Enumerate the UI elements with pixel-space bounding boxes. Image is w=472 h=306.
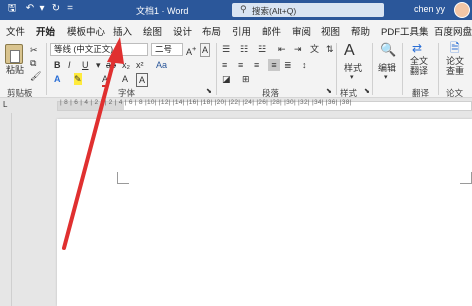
search-placeholder: 搜索(Alt+Q) [252, 6, 297, 16]
divider [402, 43, 403, 95]
styles-dialog-launcher-icon[interactable]: ⬊ [364, 86, 370, 98]
tab-help[interactable]: 帮助 [351, 24, 370, 38]
align-center-icon[interactable]: ≡ [238, 59, 243, 71]
justify-icon[interactable]: ≡ [268, 59, 280, 71]
undo-icon[interactable]: ↶ [24, 3, 36, 15]
translate-group-label: 翻译 [412, 88, 430, 98]
align-left-icon[interactable]: ≡ [222, 59, 227, 71]
clipboard-group-label: 剪贴板 [7, 88, 33, 98]
vertical-ruler[interactable] [0, 113, 12, 306]
translate-icon[interactable]: ⇄ [412, 42, 422, 54]
ribbon-tabs: 文件 开始 模板中心 插入 绘图 设计 布局 引用 邮件 审阅 视图 帮助 PD… [0, 20, 472, 42]
margin-corner-mark [117, 172, 129, 184]
margin-corner-mark [460, 172, 472, 184]
divider [372, 43, 373, 95]
tab-references[interactable]: 引用 [232, 24, 251, 38]
search-box[interactable]: ⚲ 搜索(Alt+Q) [232, 3, 384, 17]
search-icon: ⚲ [240, 4, 247, 14]
font-color-icon[interactable]: A [102, 73, 109, 87]
divider [438, 43, 439, 95]
increase-indent-icon[interactable]: ⇥ [294, 43, 302, 55]
paste-button[interactable]: 粘贴 [6, 64, 24, 76]
italic-icon[interactable]: I [68, 59, 71, 71]
tab-layout[interactable]: 布局 [202, 24, 221, 38]
font-group-label: 字体 [118, 88, 136, 98]
multilevel-list-icon[interactable]: ☳ [258, 43, 266, 55]
full-translate-button[interactable]: 全文 翻译 [410, 56, 428, 76]
tab-home[interactable]: 开始 [36, 24, 56, 42]
tab-pdf-tools[interactable]: PDF工具集 [381, 24, 429, 38]
redo-icon[interactable]: ↻ [50, 3, 62, 15]
font-name-select[interactable]: 等线 (中文正文) [50, 43, 148, 56]
font-size-select[interactable]: 二号 [151, 43, 183, 56]
user-name[interactable]: chen yy [414, 4, 445, 14]
avatar[interactable] [454, 2, 470, 18]
copy-icon[interactable]: ⧉ [30, 57, 36, 69]
cut-icon[interactable]: ✂ [30, 44, 38, 56]
shading-icon[interactable]: ◪ [222, 73, 231, 85]
text-effects-icon[interactable]: A [54, 73, 61, 85]
distributed-icon[interactable]: ≣ [284, 59, 292, 71]
tab-view[interactable]: 视图 [321, 24, 340, 38]
save-icon[interactable]: 🖫 [6, 3, 18, 15]
divider [216, 43, 217, 95]
tab-mailings[interactable]: 邮件 [262, 24, 281, 38]
chinese-layout-icon[interactable]: 文 [310, 43, 319, 55]
document-title: 文档1 · Word [136, 6, 189, 16]
paragraph-dialog-launcher-icon[interactable]: ⬊ [326, 86, 332, 98]
tab-draw[interactable]: 绘图 [143, 24, 162, 38]
subscript-icon[interactable]: x₂ [122, 59, 130, 71]
decrease-indent-icon[interactable]: ⇤ [278, 43, 286, 55]
document-page[interactable] [57, 119, 472, 306]
tab-template-center[interactable]: 模板中心 [67, 24, 105, 38]
styles-icon[interactable]: A [344, 42, 355, 60]
strikethrough-icon[interactable]: ab [106, 59, 116, 71]
styles-dropdown-icon[interactable]: ▾ [350, 72, 354, 84]
paper-group-label: 论文 [446, 88, 464, 98]
format-painter-icon[interactable]: 🖌 [30, 70, 41, 82]
borders-icon[interactable]: ⊞ [242, 73, 250, 85]
bold-icon[interactable]: B [54, 59, 61, 71]
line-spacing-icon[interactable]: ↕ [302, 59, 307, 71]
clear-format-icon[interactable]: A [200, 43, 210, 57]
editing-dropdown-icon[interactable]: ▾ [384, 72, 388, 84]
grow-font-icon[interactable]: A+ [186, 43, 196, 58]
style-group-label: 样式 [340, 88, 358, 98]
editing-icon[interactable]: 🔍 [380, 43, 396, 56]
tab-file[interactable]: 文件 [6, 24, 25, 38]
tab-selector-icon[interactable]: L [3, 99, 7, 111]
quick-access-menu-icon[interactable]: = [64, 3, 76, 15]
paste-icon[interactable] [5, 44, 23, 64]
divider [46, 43, 47, 95]
font-dialog-launcher-icon[interactable]: ⬊ [206, 86, 212, 98]
title-bar: 🖫 ↶ ▾ ↻ = 文档1 · Word ⚲ 搜索(Alt+Q) chen yy [0, 0, 472, 20]
horizontal-ruler[interactable]: L | 8 | 6 | 4 | 2 | | 2 | 4 | 6 | 8 |10|… [0, 99, 472, 113]
tab-baidu-netdisk[interactable]: 百度网盘 [434, 24, 472, 38]
numbering-icon[interactable]: ☷ [240, 43, 248, 55]
underline-dropdown-icon[interactable]: ▾ [96, 59, 101, 71]
undo-dropdown-icon[interactable]: ▾ [36, 3, 48, 15]
ruler-scale: | 8 | 6 | 4 | 2 | | 2 | 4 | 6 | 8 |10| |… [60, 99, 352, 106]
tab-design[interactable]: 设计 [173, 24, 192, 38]
char-border-icon[interactable]: A [136, 73, 148, 87]
ribbon-home: 粘贴 ✂ ⧉ 🖌 剪贴板 等线 (中文正文) 二号 A+ A B I U ▾ a… [0, 40, 472, 98]
char-shading-icon[interactable]: A [122, 73, 128, 85]
align-right-icon[interactable]: ≡ [254, 59, 259, 71]
change-case-icon[interactable]: Aa [156, 59, 167, 71]
tab-review[interactable]: 审阅 [292, 24, 311, 38]
bullets-icon[interactable]: ☰ [222, 43, 230, 55]
tab-insert[interactable]: 插入 [113, 24, 132, 38]
paper-check-button[interactable]: 论文 查重 [446, 56, 464, 76]
paper-check-icon[interactable]: 🗎 [450, 42, 460, 54]
highlight-icon[interactable]: ✎ [74, 73, 82, 85]
underline-icon[interactable]: U [82, 59, 89, 71]
superscript-icon[interactable]: x² [136, 59, 144, 71]
sort-icon[interactable]: ⇅ [326, 43, 334, 55]
paragraph-group-label: 段落 [262, 88, 280, 98]
divider [336, 43, 337, 95]
